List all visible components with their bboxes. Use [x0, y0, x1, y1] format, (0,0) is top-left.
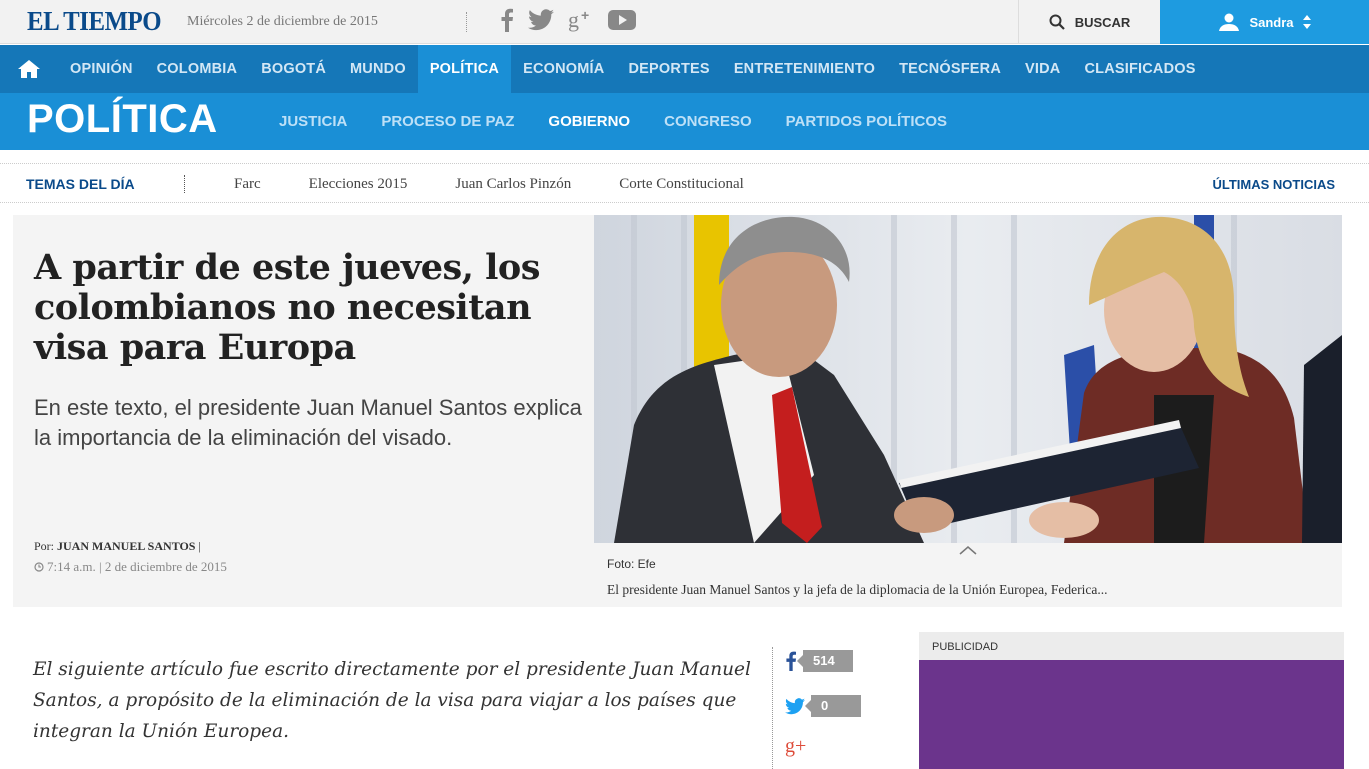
google-plus-icon: g+ — [785, 735, 807, 757]
trending-topic[interactable]: Farc — [210, 176, 285, 193]
chevron-up-down-icon — [1302, 15, 1311, 29]
facebook-icon — [786, 651, 796, 671]
nav-item-mundo[interactable]: MUNDO — [338, 45, 418, 93]
home-icon — [18, 60, 40, 78]
ad-banner[interactable] — [919, 660, 1344, 769]
trending-topic[interactable]: Corte Constitucional — [595, 176, 768, 193]
facebook-share-count: 514 — [797, 650, 853, 672]
main-nav: OPINIÓN COLOMBIA BOGOTÁ MUNDO POLÍTICA E… — [0, 45, 1369, 93]
current-date: Miércoles 2 de diciembre de 2015 — [187, 14, 378, 29]
photo-caption: El presidente Juan Manuel Santos y la je… — [607, 582, 1108, 597]
trending-topics-bar: TEMAS DEL DÍA Farc Elecciones 2015 Juan … — [0, 163, 1369, 203]
byline-suffix: | — [198, 539, 201, 553]
byline-prefix: Por: — [34, 539, 55, 553]
article-hero: A partir de este jueves, los colombianos… — [13, 215, 1342, 607]
twitter-share[interactable]: 0 — [785, 695, 861, 717]
subnav-item-gobierno[interactable]: GOBIERNO — [531, 113, 647, 130]
clock-icon — [34, 562, 44, 572]
facebook-share[interactable]: 514 — [785, 650, 853, 672]
svg-text:g: g — [568, 8, 579, 32]
article-timestamp: 7:14 a.m. | 2 de diciembre de 2015 — [34, 559, 227, 575]
nav-item-opinion[interactable]: OPINIÓN — [58, 45, 145, 93]
article-intro: El siguiente artículo fue escrito direct… — [33, 659, 751, 742]
subnav-item-partidos-politicos[interactable]: PARTIDOS POLÍTICOS — [769, 113, 964, 130]
timestamp-text: 7:14 a.m. | 2 de diciembre de 2015 — [47, 559, 227, 574]
subnav-item-proceso-de-paz[interactable]: PROCESO DE PAZ — [364, 113, 531, 130]
social-links: g + — [500, 8, 636, 32]
trending-topic[interactable]: Juan Carlos Pinzón — [431, 176, 595, 193]
facebook-icon[interactable] — [500, 8, 514, 32]
advertisement: PUBLICIDAD — [919, 632, 1344, 769]
chevron-up-icon[interactable] — [959, 545, 977, 555]
subnav-item-congreso[interactable]: CONGRESO — [647, 113, 769, 130]
article-headline: A partir de este jueves, los colombianos… — [34, 247, 540, 368]
youtube-icon[interactable] — [608, 10, 636, 30]
twitter-icon[interactable] — [528, 9, 554, 31]
search-button[interactable]: BUSCAR — [1018, 0, 1160, 44]
home-button[interactable] — [0, 45, 58, 93]
svg-text:+: + — [581, 8, 589, 23]
user-icon — [1219, 13, 1240, 31]
section-subnav: JUSTICIA PROCESO DE PAZ GOBIERNO CONGRES… — [262, 93, 964, 150]
nav-item-bogota[interactable]: BOGOTÁ — [249, 45, 338, 93]
nav-item-entretenimiento[interactable]: ENTRETENIMIENTO — [722, 45, 887, 93]
subnav-item-justicia[interactable]: JUSTICIA — [262, 113, 364, 130]
article-byline: Por: JUAN MANUEL SANTOS | — [34, 539, 201, 554]
article-lead: En este texto, el presidente Juan Manuel… — [34, 395, 582, 450]
user-name: Sandra — [1249, 14, 1294, 30]
google-plus-share[interactable]: g+ — [785, 735, 806, 758]
nav-item-deportes[interactable]: DEPORTES — [616, 45, 721, 93]
trending-list: Farc Elecciones 2015 Juan Carlos Pinzón … — [210, 164, 768, 204]
photo-credit: Foto: Efe — [607, 557, 656, 571]
photo-illustration — [594, 215, 1342, 543]
nav-item-vida[interactable]: VIDA — [1013, 45, 1072, 93]
ad-label: PUBLICIDAD — [932, 641, 999, 653]
twitter-share-count: 0 — [805, 695, 861, 717]
divider — [466, 12, 467, 32]
share-column: 514 0 g+ — [772, 647, 867, 769]
nav-item-clasificados[interactable]: CLASIFICADOS — [1072, 45, 1207, 93]
nav-item-colombia[interactable]: COLOMBIA — [145, 45, 250, 93]
section-bar: POLÍTICA JUSTICIA PROCESO DE PAZ GOBIERN… — [0, 93, 1369, 150]
site-logo[interactable]: EL TIEMPO — [27, 6, 162, 37]
latest-news-link[interactable]: ÚLTIMAS NOTICIAS — [1212, 177, 1335, 192]
author-link[interactable]: JUAN MANUEL SANTOS — [57, 539, 195, 553]
nav-item-politica[interactable]: POLÍTICA — [417, 45, 512, 93]
section-title[interactable]: POLÍTICA — [27, 97, 218, 142]
divider — [184, 175, 185, 193]
article-photo[interactable] — [594, 215, 1342, 543]
twitter-icon — [785, 697, 805, 714]
nav-item-economia[interactable]: ECONOMÍA — [511, 45, 616, 93]
trending-topic[interactable]: Elecciones 2015 — [285, 176, 432, 193]
user-menu[interactable]: Sandra — [1160, 0, 1369, 44]
top-bar: EL TIEMPO Miércoles 2 de diciembre de 20… — [0, 0, 1369, 44]
nav-item-tecnosfera[interactable]: TECNÓSFERA — [887, 45, 1013, 93]
google-plus-icon[interactable]: g + — [568, 8, 594, 32]
trending-label: TEMAS DEL DÍA — [26, 176, 135, 192]
search-label: BUSCAR — [1074, 14, 1131, 30]
photo-caption-area: Foto: Efe El presidente Juan Manuel Sant… — [594, 543, 1342, 607]
search-icon — [1049, 14, 1065, 30]
